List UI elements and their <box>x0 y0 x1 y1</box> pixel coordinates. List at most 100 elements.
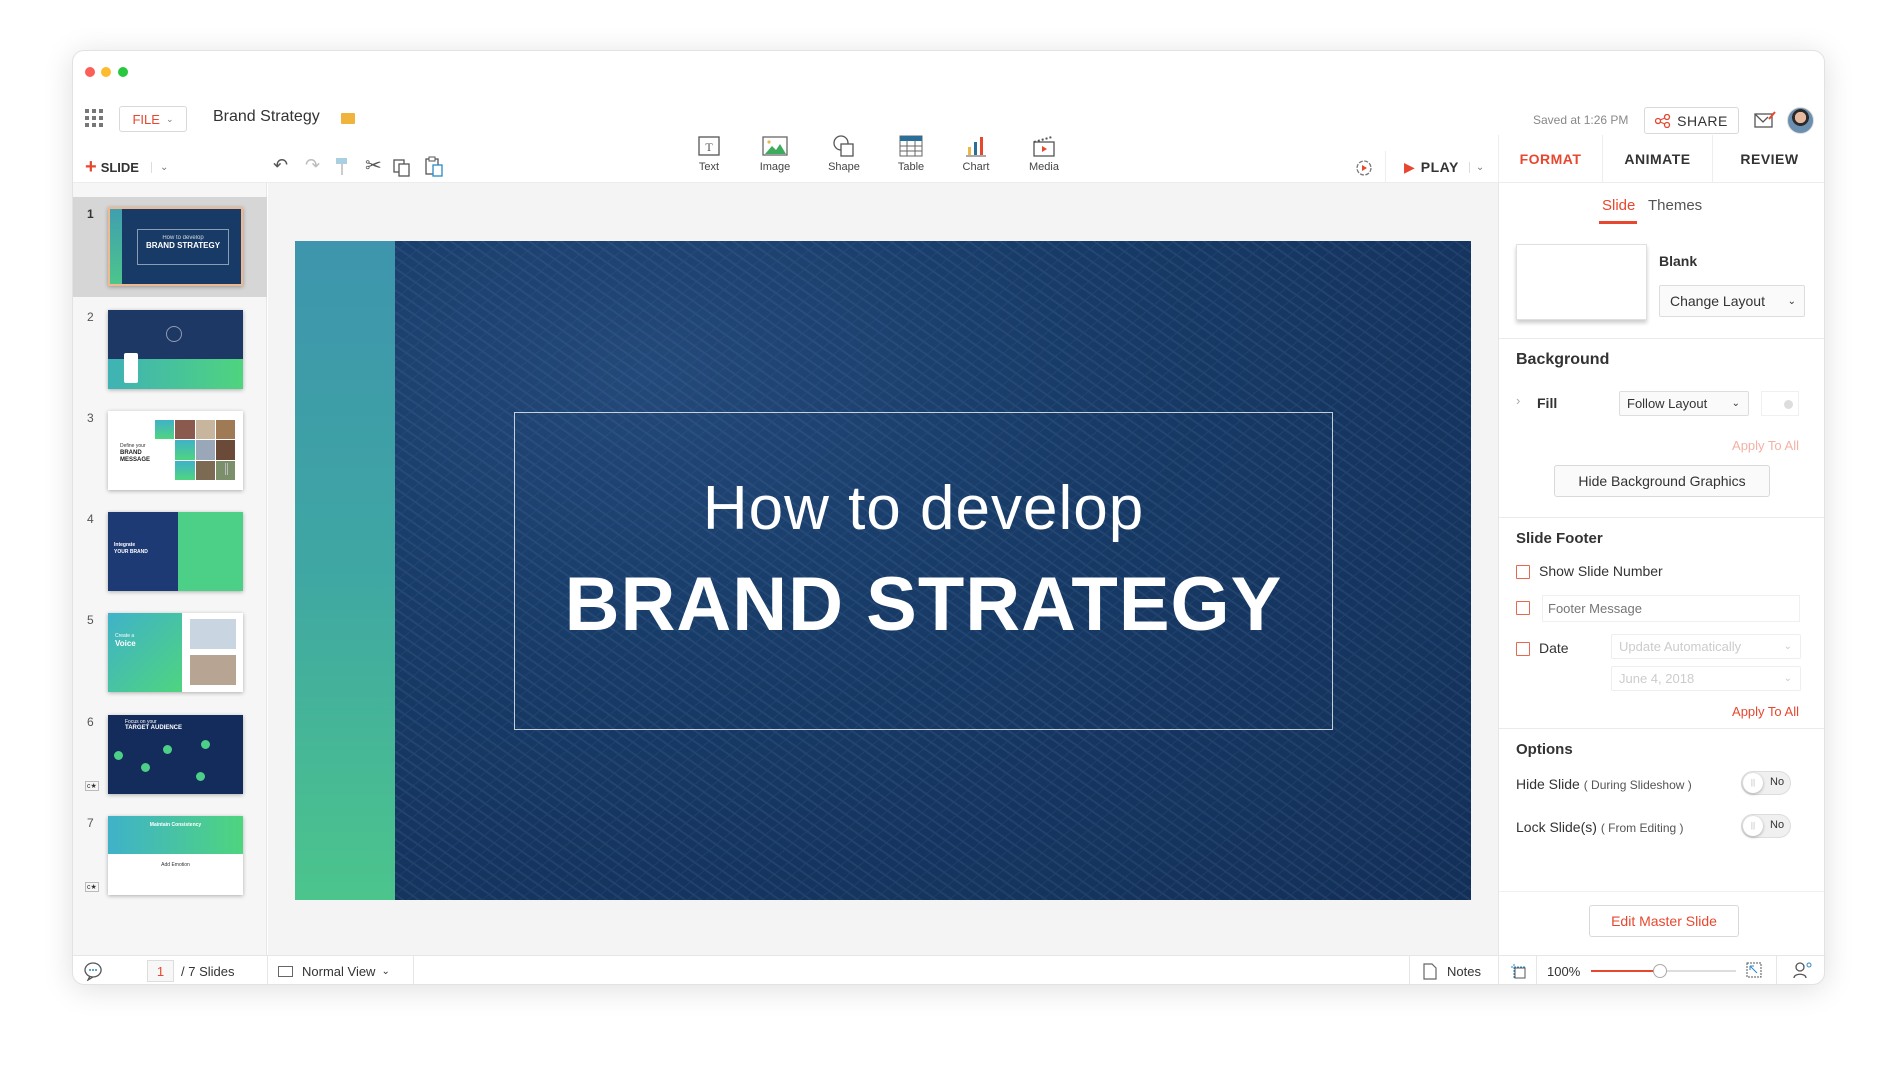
format-painter-icon[interactable] <box>335 157 349 177</box>
slideshow-settings-icon[interactable] <box>1355 159 1373 177</box>
insert-media-button[interactable]: Media <box>1014 135 1074 173</box>
maximize-window-button[interactable] <box>118 67 128 77</box>
insert-image-label: Image <box>759 161 791 173</box>
slide-number: 3 <box>87 411 94 425</box>
fit-to-screen-icon[interactable] <box>1746 962 1762 978</box>
send-mail-icon[interactable] <box>1754 111 1776 129</box>
subtab-slide[interactable]: Slide <box>1602 197 1635 214</box>
close-window-button[interactable] <box>85 67 95 77</box>
copy-icon[interactable] <box>393 157 411 177</box>
apps-grid-icon[interactable] <box>85 109 103 127</box>
insert-image-button[interactable]: Image <box>745 135 805 173</box>
paste-icon[interactable] <box>425 156 443 177</box>
insert-shape-label: Shape <box>828 161 860 173</box>
svg-text:T: T <box>705 140 713 154</box>
share-button[interactable]: SHARE <box>1644 107 1739 134</box>
insert-chart-button[interactable]: Chart <box>946 135 1006 173</box>
tab-review[interactable]: REVIEW <box>1712 135 1824 183</box>
zoom-slider-handle[interactable] <box>1652 964 1667 978</box>
insert-text-button[interactable]: T Text <box>679 135 739 173</box>
thumb-title: YOUR BRAND <box>114 549 148 555</box>
table-icon <box>899 135 923 157</box>
chevron-right-icon[interactable]: › <box>1516 393 1520 408</box>
format-panel: Slide Themes document.currentScript.prev… <box>1498 183 1824 955</box>
date-format-dropdown[interactable]: June 4, 2018 ⌄ <box>1611 666 1801 691</box>
new-slide-button[interactable]: SLIDE <box>101 160 139 175</box>
play-label: PLAY <box>1420 159 1459 175</box>
plus-icon[interactable]: + <box>85 156 97 179</box>
tab-format[interactable]: FORMAT <box>1498 135 1602 183</box>
slide-thumbnail-6[interactable]: 6 Focus on your TARGET AUDIENCE c★ <box>73 705 267 805</box>
background-apply-all-link[interactable]: Apply To All <box>1679 438 1799 453</box>
slide-preview: Maintain Consistency Add Emotion <box>108 816 243 895</box>
section-divider <box>1499 891 1824 892</box>
comment-marker-icon[interactable]: c★ <box>85 781 99 791</box>
chat-icon[interactable] <box>83 956 103 984</box>
footer-message-input[interactable] <box>1542 595 1800 622</box>
change-layout-dropdown[interactable]: Change Layout ⌄ <box>1659 285 1805 317</box>
footer-apply-all-link[interactable]: Apply To All <box>1679 704 1799 719</box>
tab-animate[interactable]: ANIMATE <box>1602 135 1712 183</box>
lock-slide-label: Lock Slide(s) <box>1516 819 1597 835</box>
footer-message-checkbox[interactable] <box>1516 601 1530 615</box>
slide-canvas: How to develop BRAND STRATEGY <box>268 183 1498 955</box>
insert-table-button[interactable]: Table <box>881 135 941 173</box>
redo-icon[interactable]: ↷ <box>305 155 320 176</box>
saved-status: Saved at 1:26 PM <box>1533 113 1629 127</box>
slide-thumbnail-7[interactable]: 7 Maintain Consistency Add Emotion c★ <box>73 806 267 906</box>
user-avatar[interactable] <box>1787 107 1814 134</box>
fill-color-swatch[interactable] <box>1761 391 1799 416</box>
file-menu-button[interactable]: FILE ⌄ <box>119 106 187 132</box>
slide-thumbnail-1[interactable]: 1 How to develop BRAND STRATEGY <box>73 197 267 297</box>
chevron-down-icon: ⌄ <box>1731 398 1740 409</box>
image-icon <box>762 136 788 156</box>
view-mode-label: Normal View <box>302 963 376 979</box>
notes-button[interactable]: Notes <box>1423 956 1481 984</box>
slide-preview: Define your BRAND MESSAGE <box>108 411 243 490</box>
hide-slide-toggle[interactable]: || No <box>1741 771 1791 795</box>
page-number-input[interactable]: 1 <box>147 960 174 982</box>
view-mode-dropdown[interactable]: Normal View ⌄ <box>278 956 390 984</box>
fill-label: Fill <box>1537 395 1558 411</box>
subtab-themes[interactable]: Themes <box>1648 197 1702 214</box>
zoom-slider[interactable] <box>1591 964 1736 978</box>
play-dropdown[interactable]: ⌄ <box>1468 161 1484 173</box>
cut-icon[interactable]: ✂ <box>365 153 382 178</box>
play-button[interactable]: ▶ PLAY ⌄ <box>1385 151 1498 183</box>
lock-slide-toggle[interactable]: || No <box>1741 814 1791 838</box>
comment-marker-icon[interactable]: c★ <box>85 882 99 892</box>
lock-slide-value: No <box>1770 819 1785 831</box>
slide-thumbnail-3[interactable]: 3 Define your BRAND MESSAGE <box>73 401 267 501</box>
date-checkbox[interactable] <box>1516 642 1530 656</box>
minimize-window-button[interactable] <box>101 67 111 77</box>
fit-slide-icon[interactable] <box>1510 963 1526 979</box>
app-window: FILE ⌄ Brand Strategy Saved at 1:26 PM SH… <box>72 50 1825 985</box>
insert-shape-button[interactable]: Shape <box>814 135 874 173</box>
share-label: SHARE <box>1677 112 1728 129</box>
slide-count: / 7 Slides <box>181 963 235 979</box>
layout-preview[interactable] <box>1516 244 1647 320</box>
main-slide[interactable]: How to develop BRAND STRATEGY <box>295 241 1471 900</box>
slide-number: 5 <box>87 613 94 627</box>
slide-thumbnail-4[interactable]: 4 Integrate YOUR BRAND <box>73 502 267 602</box>
hide-background-graphics-button[interactable]: Hide Background Graphics <box>1554 465 1770 497</box>
date-mode-value: Update Automatically <box>1619 639 1742 654</box>
view-layout-icon <box>278 965 293 977</box>
video-play-icon <box>166 326 182 342</box>
thumb-subtitle: Define your <box>120 443 146 449</box>
slide-thumbnail-5[interactable]: 5 Create a Voice <box>73 603 267 703</box>
document-title[interactable]: Brand Strategy <box>213 108 320 126</box>
slide-preview <box>108 310 243 389</box>
show-slide-number-checkbox[interactable] <box>1516 565 1530 579</box>
new-slide-dropdown[interactable]: ⌄ <box>150 161 168 173</box>
panel-resize-handle[interactable] <box>225 463 228 475</box>
undo-icon[interactable]: ↶ <box>273 155 288 176</box>
edit-master-slide-button[interactable]: Edit Master Slide <box>1589 905 1739 937</box>
fill-dropdown[interactable]: Follow Layout ⌄ <box>1619 391 1749 416</box>
collaborators-icon[interactable] <box>1793 961 1813 979</box>
slide-title-bold[interactable]: BRAND STRATEGY <box>475 561 1372 648</box>
date-mode-dropdown[interactable]: Update Automatically ⌄ <box>1611 634 1801 659</box>
folder-icon[interactable] <box>341 113 355 124</box>
slide-title-light[interactable]: How to develop <box>514 473 1333 544</box>
slide-thumbnail-2[interactable]: 2 <box>73 300 267 400</box>
